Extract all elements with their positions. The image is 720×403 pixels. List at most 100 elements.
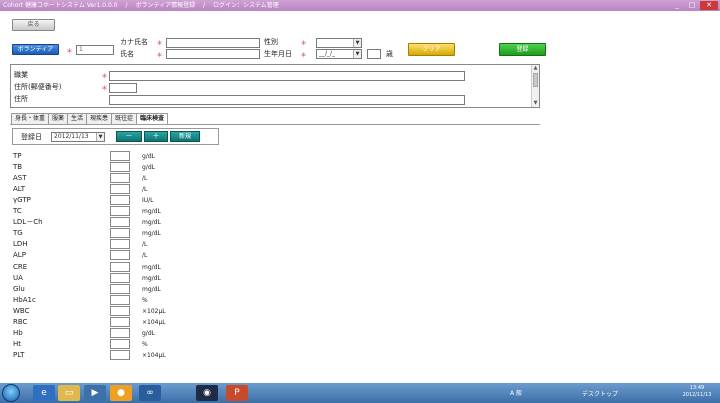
required-mark: ＊ — [300, 51, 307, 59]
lab-row: Glu mg/dL — [0, 283, 200, 295]
scroll-down-icon[interactable]: ▼ — [532, 100, 539, 107]
lab-value-input[interactable] — [110, 250, 130, 261]
lab-row: TB g/dL — [0, 162, 200, 173]
lab-test-name: LDL－Ch — [13, 218, 43, 227]
lab-row: AST/L — [0, 173, 200, 184]
lab-value-input[interactable] — [110, 338, 130, 349]
address-scrollbar[interactable]: ▲ ▼ — [531, 65, 539, 107]
lab-test-unit: IU/L — [142, 197, 154, 205]
name-input[interactable] — [166, 49, 260, 59]
lab-test-unit: ×104μL — [142, 351, 166, 359]
lab-row: Ht% — [0, 338, 200, 350]
tab-height-weight[interactable]: 身長・体重 — [11, 113, 50, 124]
lab-value-input[interactable] — [110, 228, 130, 239]
lab-value-input[interactable] — [110, 316, 130, 327]
lab-value-input[interactable] — [110, 272, 130, 283]
lab-row: LDH/L — [0, 239, 200, 250]
maximize-icon[interactable]: □ — [685, 1, 699, 10]
lab-test-name: ALT — [13, 185, 26, 194]
lab-test-name: Hb — [13, 328, 23, 337]
age-unit: 歳 — [386, 50, 393, 58]
lab-value-input[interactable] — [110, 239, 130, 250]
lab-value-input[interactable] — [110, 261, 130, 272]
tab-clinical-tests[interactable]: 臨床検査 — [136, 113, 169, 124]
lab-test-name: HbA1c — [13, 295, 36, 304]
lab-row: γGTP IU/L — [0, 195, 200, 206]
lab-row: Hb g/dL — [0, 327, 200, 339]
volunteer-id-field[interactable]: 1 — [76, 45, 114, 55]
minimize-icon[interactable]: _ — [670, 1, 684, 10]
lab-row: WBC ×102μL — [0, 305, 200, 317]
lab-test-unit: /L — [142, 186, 148, 194]
name-label: 氏名 — [120, 50, 134, 58]
postal-code-label: 住所(郵便番号) — [14, 83, 62, 91]
volunteer-button[interactable]: ボランティア — [12, 44, 59, 55]
lab-value-input[interactable] — [110, 195, 130, 206]
tab-medication[interactable]: 服薬 — [48, 113, 69, 124]
new-record-button[interactable]: 新規 — [170, 131, 200, 142]
lab-test-unit: % — [142, 340, 148, 348]
required-mark: ＊ — [101, 84, 108, 92]
lab-row: TG mg/dL — [0, 228, 200, 239]
registration-date-group: 登録日 2012/11/13 ▼ － ＋ 新規 — [12, 128, 219, 145]
address-input[interactable] — [109, 95, 465, 105]
window-controls: _ □ ✕ — [670, 1, 718, 10]
lab-value-input[interactable] — [110, 184, 130, 195]
lab-value-input[interactable] — [110, 151, 130, 161]
chevron-down-icon: ▼ — [96, 133, 104, 141]
gender-select[interactable]: ▼ — [316, 38, 362, 48]
back-button[interactable]: 戻る — [12, 19, 55, 31]
media-center-icon[interactable]: ● — [110, 385, 132, 401]
lab-test-unit: ×104μL — [142, 318, 166, 326]
lab-test-name: PLT — [13, 350, 25, 359]
birth-date-picker[interactable]: __/_/_ ▼ — [316, 49, 362, 59]
window-title: Cohort 健康コホートシステム Ver1.0.0.0 — [3, 2, 118, 9]
postal-code-input[interactable] — [109, 83, 137, 93]
occupation-input[interactable] — [109, 71, 465, 81]
clock[interactable]: 13:49 2012/11/13 — [680, 385, 714, 399]
tab-lifestyle[interactable]: 生活 — [67, 113, 88, 124]
lab-row: RBC ×104μL — [0, 316, 200, 328]
required-mark: ＊ — [101, 72, 108, 80]
start-button-icon[interactable] — [2, 384, 20, 402]
lab-value-input[interactable] — [110, 283, 130, 294]
ime-indicator[interactable]: A 般 — [510, 389, 522, 398]
app-icon[interactable]: ◉ — [196, 385, 218, 401]
lab-row: TP g/dL — [0, 151, 200, 162]
lab-row: LDL－Ch mg/dL — [0, 217, 200, 228]
scroll-thumb[interactable] — [533, 73, 538, 87]
media-player-icon[interactable]: ▶ — [84, 385, 106, 401]
lab-row: TC mg/dL — [0, 206, 200, 217]
lab-test-unit: mg/dL — [142, 230, 161, 238]
lab-value-input[interactable] — [110, 349, 130, 360]
registration-date-label: 登録日 — [21, 133, 42, 141]
registration-date-select[interactable]: 2012/11/13 ▼ — [51, 132, 105, 142]
lab-value-input[interactable] — [110, 173, 130, 184]
age-field — [367, 49, 381, 59]
previous-date-button[interactable]: － — [116, 131, 142, 142]
lab-test-name: Ht — [13, 339, 22, 348]
lab-value-input[interactable] — [110, 206, 130, 217]
ie-icon[interactable]: e — [33, 385, 55, 401]
lab-value-input[interactable] — [110, 294, 130, 305]
powerpoint-icon[interactable]: P — [226, 385, 248, 401]
folder-icon[interactable]: ▭ — [58, 385, 80, 401]
next-date-button[interactable]: ＋ — [144, 131, 168, 142]
lab-value-input[interactable] — [110, 327, 130, 338]
tab-medical-history[interactable]: 既往症 — [111, 113, 138, 124]
lab-value-input[interactable] — [110, 217, 130, 228]
lab-test-unit: g/dL — [142, 164, 155, 172]
register-button[interactable]: 登録 — [499, 43, 546, 56]
desktop-label[interactable]: デスクトップ — [582, 389, 618, 398]
scroll-up-icon[interactable]: ▲ — [532, 65, 539, 72]
lab-value-input[interactable] — [110, 305, 130, 316]
network-icon[interactable]: ∞ — [139, 385, 161, 401]
kana-name-label: カナ氏名 — [120, 38, 148, 46]
clear-button[interactable]: クリア — [408, 43, 455, 56]
tab-current-disease[interactable]: 現疾患 — [86, 113, 113, 124]
lab-test-name: UA — [13, 273, 23, 282]
close-icon[interactable]: ✕ — [700, 1, 718, 10]
lab-value-input[interactable] — [110, 162, 130, 173]
kana-name-input[interactable] — [166, 38, 260, 48]
lab-test-unit: mg/dL — [142, 219, 161, 227]
